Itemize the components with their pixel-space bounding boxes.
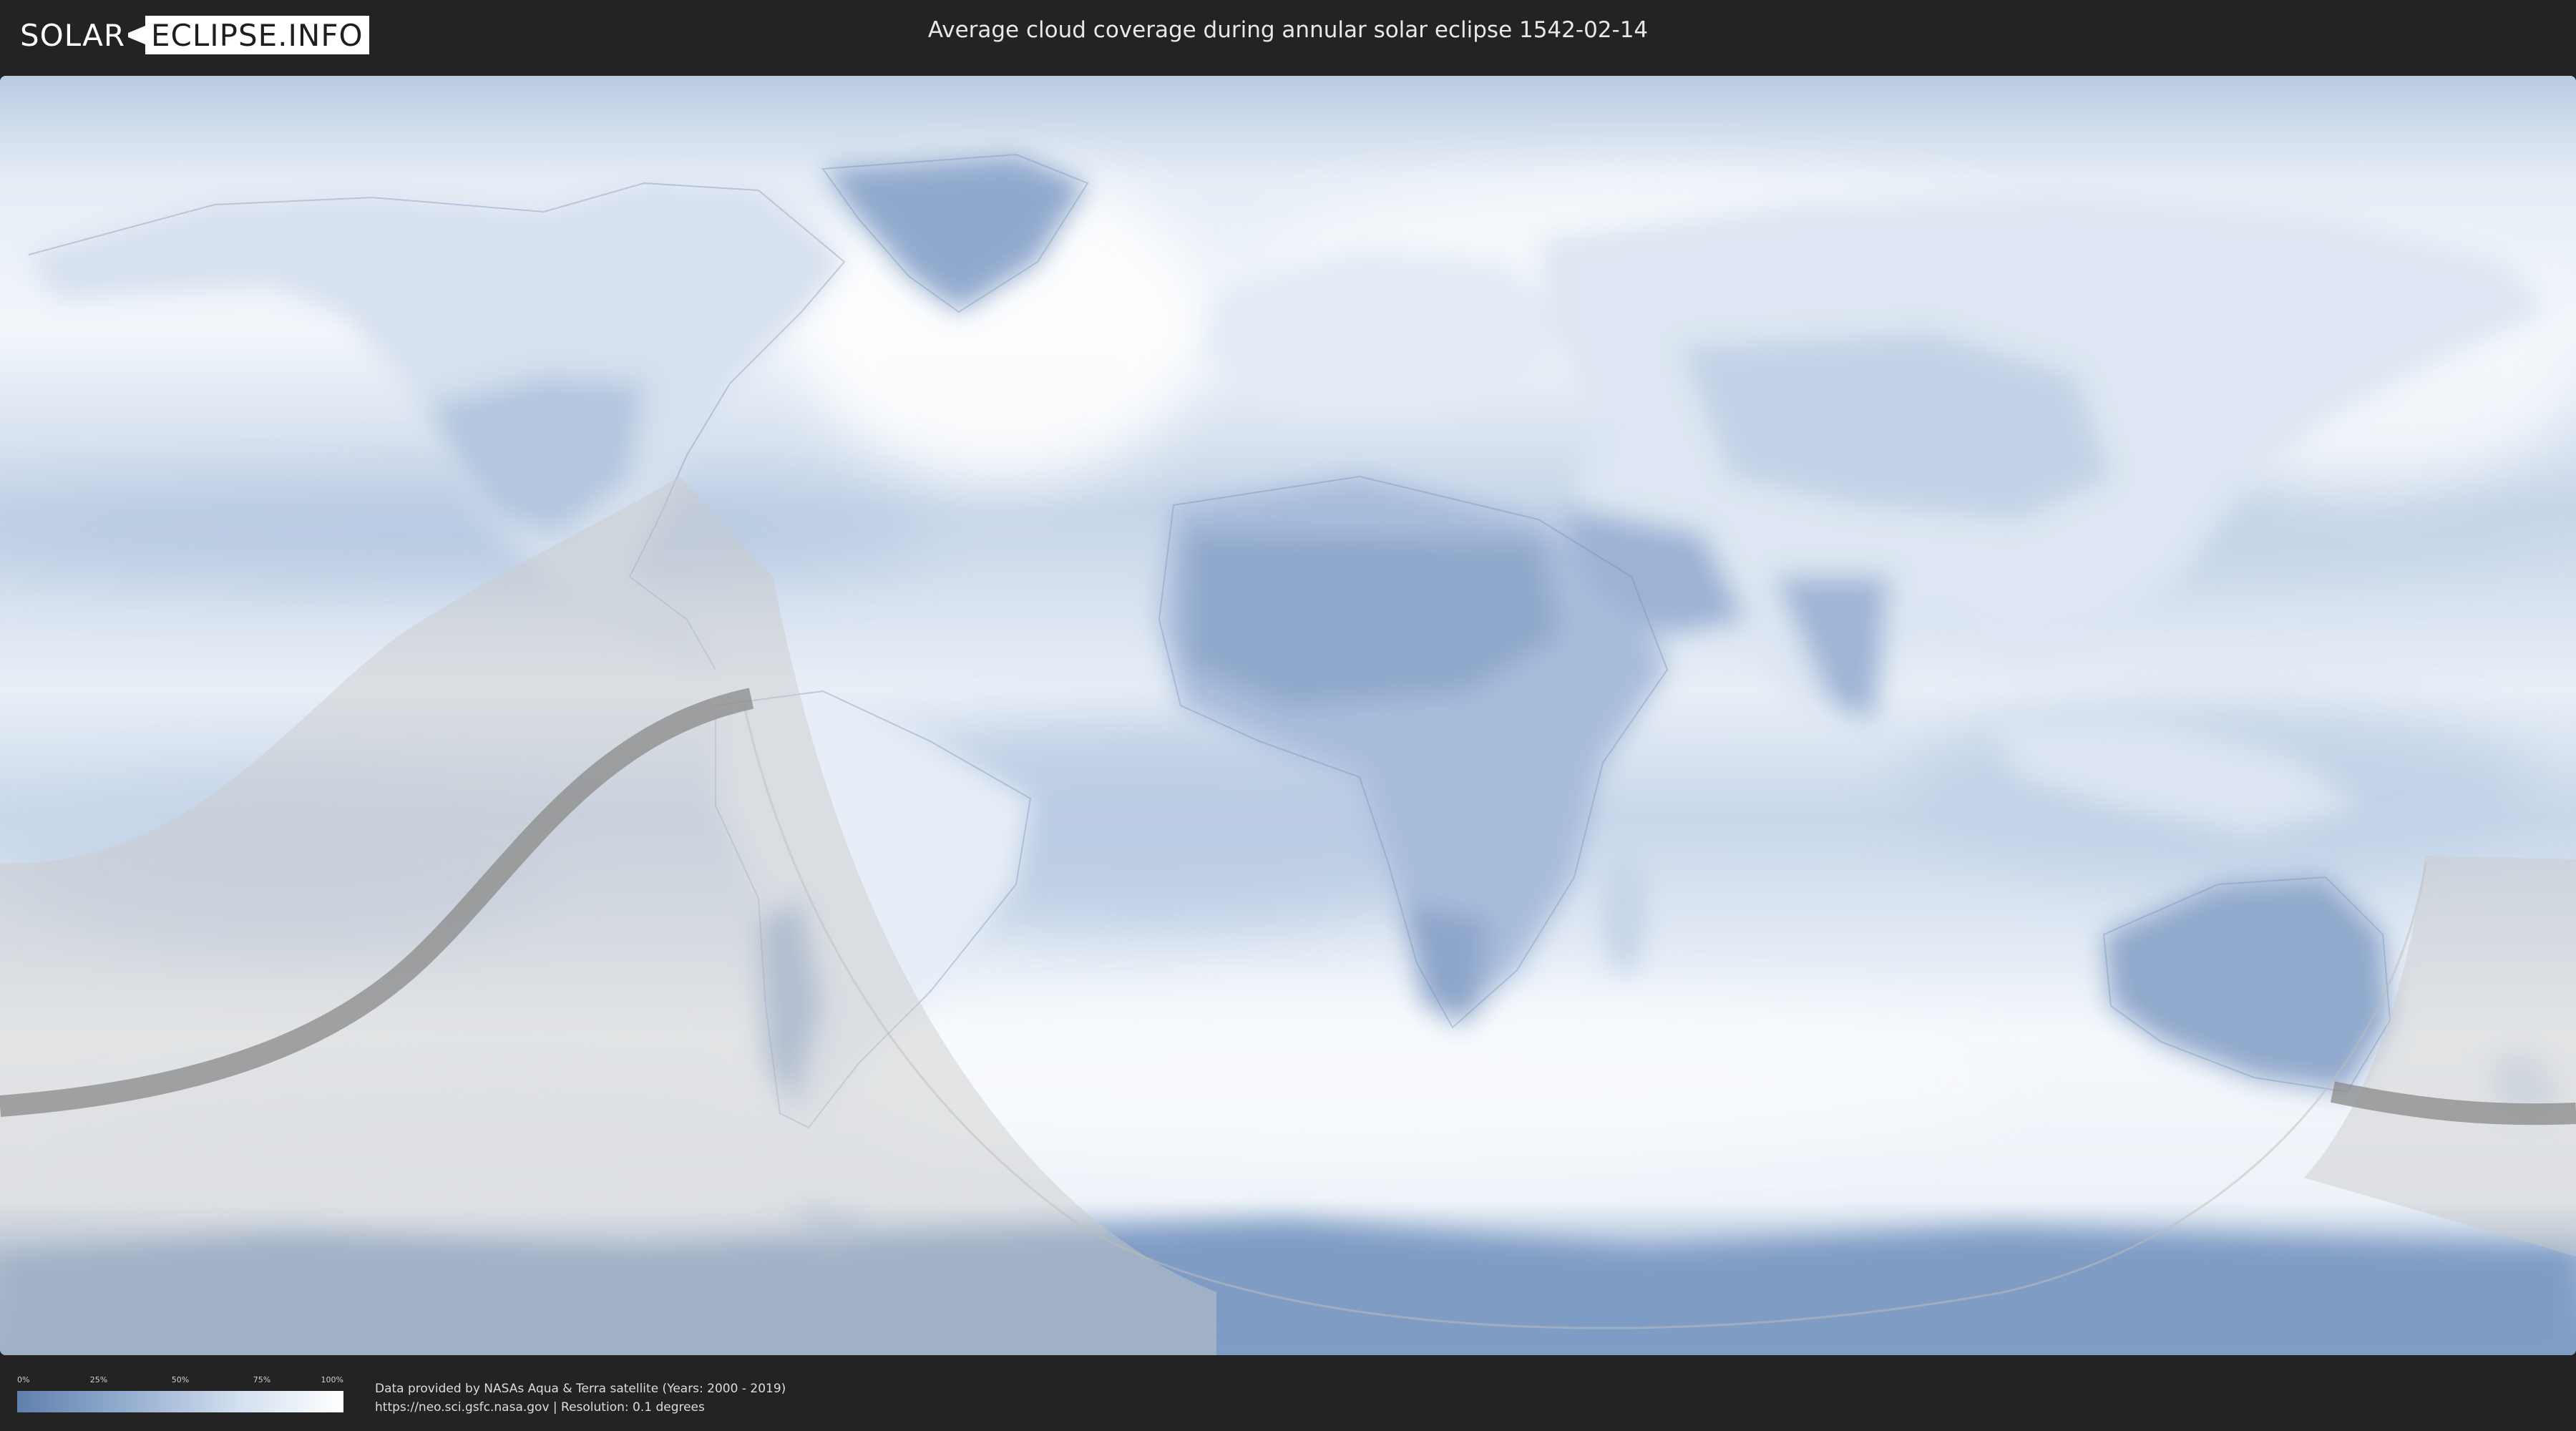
credits-link[interactable]: https://neo.sci.gsfc.nasa.gov | Resoluti…	[375, 1398, 786, 1417]
legend-tick-50: 50%	[171, 1375, 190, 1384]
legend-tick-100: 100%	[321, 1375, 343, 1384]
legend-tick-25: 25%	[89, 1375, 108, 1384]
legend-tick-0: 0%	[17, 1375, 30, 1384]
header: SOLAR ECLIPSE.INFO Average cloud coverag…	[0, 0, 2576, 72]
page: SOLAR ECLIPSE.INFO Average cloud coverag…	[0, 0, 2576, 1431]
data-credits: Data provided by NASAs Aqua & Terra sate…	[375, 1379, 786, 1417]
footer: 0% 25% 50% 75% 100% Data provided by NAS…	[0, 1355, 2576, 1431]
cloud-coverage-map[interactable]	[0, 76, 2576, 1355]
legend-tick-75: 75%	[253, 1375, 271, 1384]
page-title: Average cloud coverage during annular so…	[927, 17, 1649, 43]
madagascar	[1603, 852, 1646, 974]
cloud-coverage-legend: 0% 25% 50% 75% 100%	[17, 1375, 343, 1420]
legend-gradient-bar	[17, 1391, 343, 1412]
world-map-svg	[0, 76, 2576, 1355]
credits-source: Data provided by NASAs Aqua & Terra sate…	[375, 1382, 786, 1396]
